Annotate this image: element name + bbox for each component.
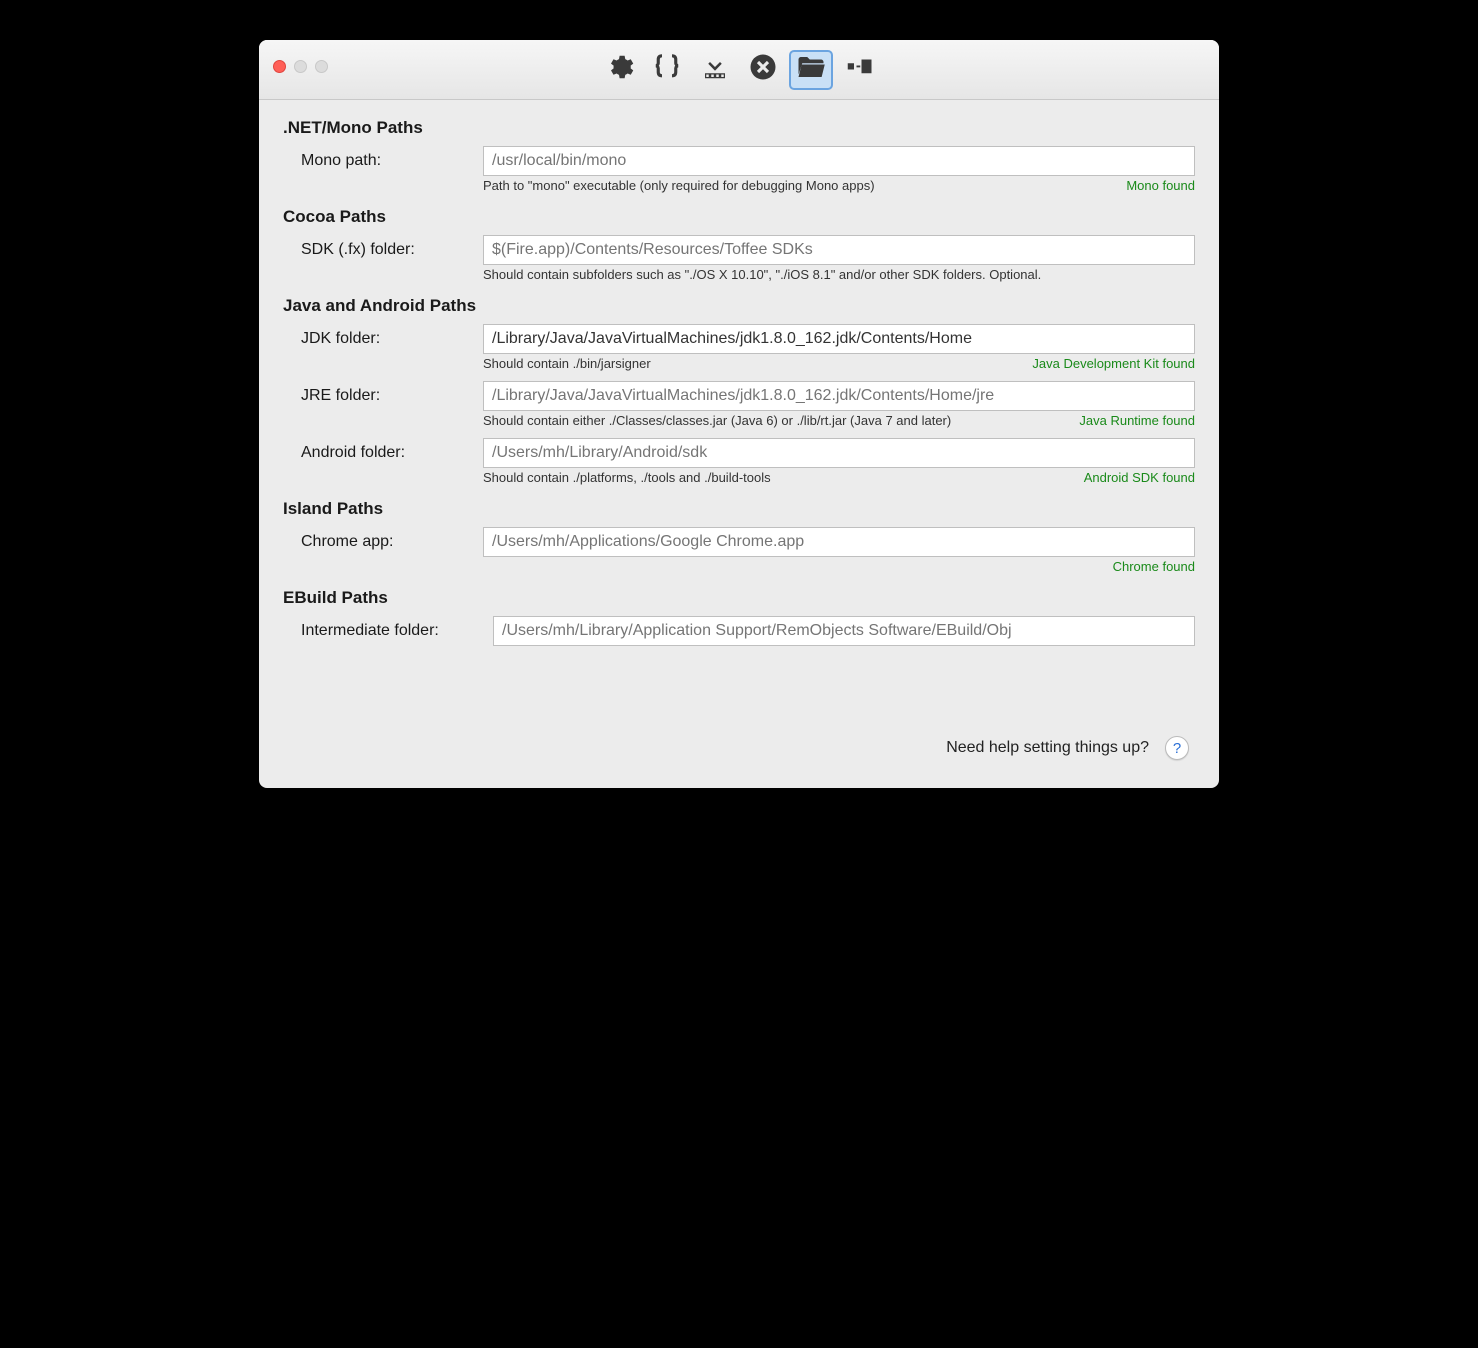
minimize-window-button[interactable] <box>294 60 307 73</box>
close-window-button[interactable] <box>273 60 286 73</box>
help-button[interactable]: ? <box>1165 736 1189 760</box>
close-circle-icon <box>748 52 778 87</box>
mono-path-hint: Path to "mono" executable (only required… <box>483 178 1114 193</box>
titlebar <box>259 40 1219 100</box>
jre-folder-input[interactable] <box>483 381 1195 411</box>
mono-path-label: Mono path: <box>283 152 483 170</box>
content-area: .NET/Mono Paths Mono path: Path to "mono… <box>259 100 1219 788</box>
jdk-folder-label: JDK folder: <box>283 330 483 348</box>
jdk-folder-status: Java Development Kit found <box>1020 356 1195 371</box>
section-net-title: .NET/Mono Paths <box>283 118 1195 138</box>
chrome-app-label: Chrome app: <box>283 533 483 551</box>
download-icon <box>700 52 730 87</box>
window-controls <box>273 60 328 73</box>
android-folder-label: Android folder: <box>283 444 483 462</box>
toolbar-close-button[interactable] <box>741 50 785 90</box>
folder-open-icon <box>796 52 826 87</box>
toolbar-braces-button[interactable] <box>645 50 689 90</box>
sdk-folder-input[interactable] <box>483 235 1195 265</box>
toolbar-scale-button[interactable] <box>837 50 881 90</box>
android-folder-input[interactable] <box>483 438 1195 468</box>
gear-icon <box>604 52 634 87</box>
sdk-folder-status <box>1183 267 1195 282</box>
toolbar-general-button[interactable] <box>597 50 641 90</box>
section-island-title: Island Paths <box>283 499 1195 519</box>
intermediate-folder-label: Intermediate folder: <box>283 622 493 640</box>
footer: Need help setting things up? ? <box>283 736 1195 760</box>
toolbar-download-button[interactable] <box>693 50 737 90</box>
chrome-app-hint <box>483 559 1101 574</box>
section-java-title: Java and Android Paths <box>283 296 1195 316</box>
sdk-folder-label: SDK (.fx) folder: <box>283 241 483 259</box>
intermediate-folder-input[interactable] <box>493 616 1195 646</box>
toolbar <box>597 50 881 90</box>
scale-icon <box>844 52 874 87</box>
jdk-folder-input[interactable] <box>483 324 1195 354</box>
braces-icon <box>652 52 682 87</box>
jre-folder-label: JRE folder: <box>283 387 483 405</box>
mono-path-status: Mono found <box>1114 178 1195 193</box>
help-icon: ? <box>1173 740 1181 757</box>
toolbar-paths-button[interactable] <box>789 50 833 90</box>
jdk-folder-hint: Should contain ./bin/jarsigner <box>483 356 1020 371</box>
jre-folder-hint: Should contain either ./Classes/classes.… <box>483 413 1067 428</box>
chrome-app-status: Chrome found <box>1101 559 1195 574</box>
android-folder-status: Android SDK found <box>1072 470 1195 485</box>
zoom-window-button[interactable] <box>315 60 328 73</box>
sdk-folder-hint: Should contain subfolders such as "./OS … <box>483 267 1183 282</box>
section-cocoa-title: Cocoa Paths <box>283 207 1195 227</box>
section-ebuild-title: EBuild Paths <box>283 588 1195 608</box>
jre-folder-status: Java Runtime found <box>1067 413 1195 428</box>
android-folder-hint: Should contain ./platforms, ./tools and … <box>483 470 1072 485</box>
preferences-window: .NET/Mono Paths Mono path: Path to "mono… <box>259 40 1219 788</box>
chrome-app-input[interactable] <box>483 527 1195 557</box>
help-text: Need help setting things up? <box>946 739 1149 757</box>
mono-path-input[interactable] <box>483 146 1195 176</box>
